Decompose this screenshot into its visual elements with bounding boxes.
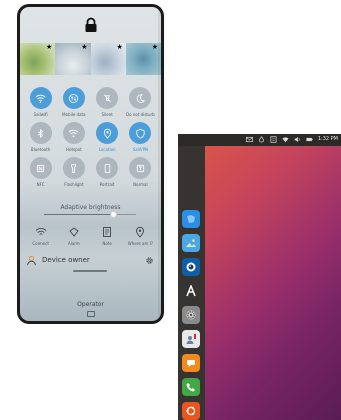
toggle-label: Hotspot [66, 147, 82, 152]
camera-icon[interactable] [182, 258, 200, 276]
phone-shadow [158, 10, 168, 316]
location-icon [96, 122, 119, 144]
sim-card-icon [87, 311, 95, 317]
text-normal-icon [129, 157, 152, 179]
toggle-portrait[interactable]: Portrait [91, 157, 124, 187]
toggle-location[interactable]: Location [91, 122, 124, 152]
toggle-text-size[interactable]: Normal [124, 157, 157, 187]
ubuntu-desktop: 1:32 PM [178, 134, 341, 420]
note-icon [103, 227, 112, 237]
silent-icon [96, 87, 119, 109]
mail-icon[interactable] [245, 136, 253, 143]
toggle-label: Location [98, 147, 116, 152]
alarm-icon [69, 227, 79, 237]
phone-icon[interactable] [182, 378, 200, 396]
quick-toggles-grid: Sailwifi Mobile data Silent Do not distu… [24, 87, 157, 187]
system-settings-icon[interactable] [182, 306, 200, 324]
top-panel: 1:32 PM [178, 134, 341, 146]
battery-icon[interactable] [306, 136, 313, 143]
device-owner-row[interactable]: Device owner [26, 254, 157, 268]
clock[interactable]: 1:32 PM [318, 136, 338, 143]
action-label: Alarm [67, 241, 80, 246]
toggle-flashlight[interactable]: Flashlight [57, 157, 90, 187]
launcher [178, 146, 205, 420]
brightness-slider-fill [44, 214, 113, 215]
toggle-label: Mobile data [62, 112, 86, 117]
dash-icon[interactable] [182, 210, 200, 228]
hotspot-icon [62, 122, 85, 144]
volume-icon[interactable] [294, 136, 301, 143]
wallpaper-strip: ★ ★ ★ ★ [20, 43, 161, 75]
toggle-nfc[interactable]: NFC [24, 157, 57, 187]
brightness-slider[interactable] [44, 211, 136, 218]
toggle-mobile-data[interactable]: Mobile data [57, 87, 90, 117]
toggle-label: Normal [133, 182, 148, 187]
app-store-icon[interactable] [182, 282, 200, 300]
toggle-wifi[interactable]: Sailwifi [24, 87, 57, 117]
toggle-label: SailVPN [132, 147, 149, 152]
indicator-area: 1:32 PM [245, 136, 338, 143]
flashlight-icon [62, 157, 85, 179]
contacts-icon[interactable] [182, 330, 200, 348]
keyboard-icon[interactable] [270, 136, 277, 143]
ubuntu-logo-icon[interactable] [182, 402, 200, 420]
messaging-icon[interactable] [182, 354, 200, 372]
action-note[interactable]: Note [91, 226, 124, 246]
nfc-icon [29, 157, 52, 179]
user-icon [27, 256, 36, 266]
wallpaper-thumb[interactable]: ★ [55, 43, 91, 75]
favorite-star-icon[interactable]: ★ [46, 44, 52, 51]
brightness-label: Adaptive brightness [60, 204, 121, 211]
toggle-label: Do not disturb [126, 112, 155, 117]
wallpaper-thumb[interactable]: ★ [90, 43, 126, 75]
shortcut-actions: Connect Alarm Note Where am I? [24, 226, 157, 246]
wallpaper-thumb[interactable]: ★ [125, 43, 161, 75]
phone-screen: ★ ★ ★ ★ Sailwifi Mobile data Silent Do n… [20, 7, 161, 321]
toggle-label: Silent [101, 112, 113, 117]
lock-icon[interactable] [83, 17, 99, 33]
photos-icon[interactable] [182, 234, 200, 252]
map-pin-icon [136, 226, 145, 238]
bluetooth-icon [29, 122, 52, 144]
wallpaper-thumb[interactable]: ★ [20, 43, 56, 75]
drop-icon[interactable] [258, 136, 265, 143]
vpn-shield-icon [129, 122, 152, 144]
toggle-do-not-disturb[interactable]: Do not disturb [124, 87, 157, 117]
action-where-am-i[interactable]: Where am I? [124, 226, 157, 246]
action-label: Where am I? [127, 241, 153, 246]
toggle-bluetooth[interactable]: Bluetooth [24, 122, 57, 152]
portrait-icon [96, 157, 119, 179]
toggle-label: Sailwifi [33, 112, 48, 117]
action-label: Note [102, 241, 112, 246]
toggle-label: Flashlight [64, 182, 84, 187]
action-connect[interactable]: Connect [24, 226, 57, 246]
moon-icon [129, 87, 152, 109]
phone-frame: ★ ★ ★ ★ Sailwifi Mobile data Silent Do n… [17, 4, 164, 324]
wifi-icon[interactable] [282, 136, 289, 143]
toggle-hotspot[interactable]: Hotspot [57, 122, 90, 152]
toggle-label: NFC [36, 182, 45, 187]
gear-icon[interactable] [144, 255, 155, 266]
toggle-vpn[interactable]: SailVPN [124, 122, 157, 152]
toggle-label: Bluetooth [30, 147, 51, 152]
mobile-data-icon [62, 87, 85, 109]
action-alarm[interactable]: Alarm [57, 226, 90, 246]
brightness-slider-handle[interactable] [110, 211, 117, 218]
toggle-silent[interactable]: Silent [91, 87, 124, 117]
favorite-star-icon[interactable]: ★ [116, 44, 122, 51]
operator-name: Operator [77, 301, 104, 308]
wifi-outline-icon [35, 227, 46, 235]
pulley-handle[interactable] [73, 270, 107, 272]
toggle-label: Portrait [99, 182, 115, 187]
device-owner-name: Device owner [42, 256, 90, 264]
wifi-icon [29, 87, 52, 109]
favorite-star-icon[interactable]: ★ [81, 44, 87, 51]
action-label: Connect [32, 241, 49, 246]
